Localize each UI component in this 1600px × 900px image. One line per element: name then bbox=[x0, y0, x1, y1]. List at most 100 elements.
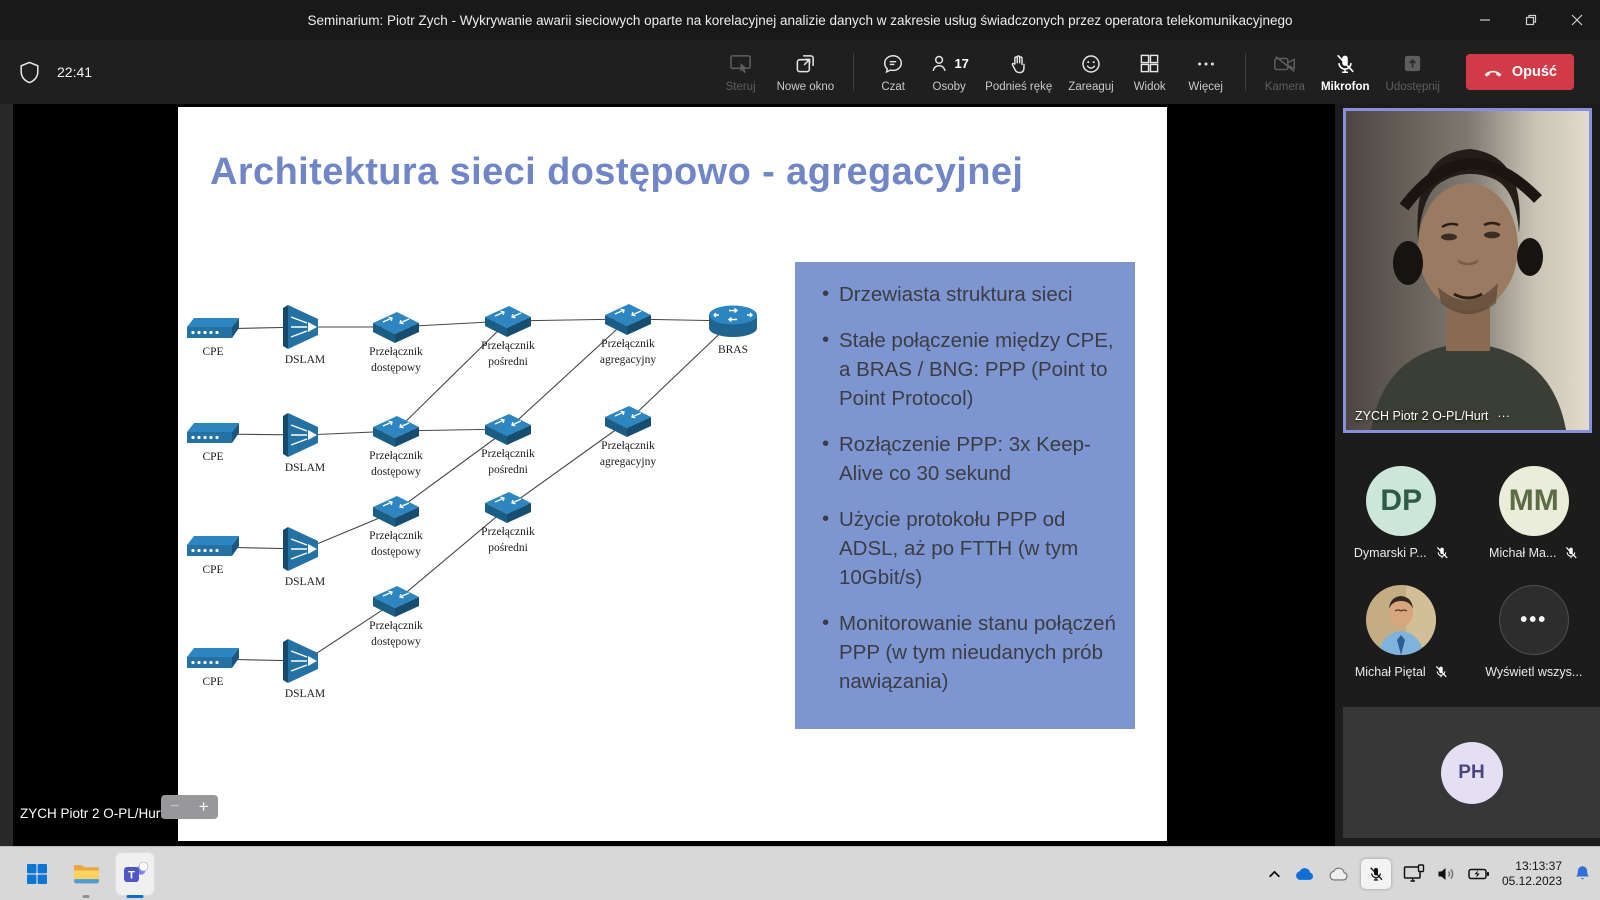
restore-button[interactable] bbox=[1508, 0, 1554, 40]
hang-up-icon bbox=[1483, 67, 1503, 77]
speaker-more-menu[interactable]: ··· bbox=[1497, 409, 1510, 423]
running-indicator bbox=[83, 895, 90, 898]
zoom-out-button[interactable]: − bbox=[170, 798, 179, 816]
mic-off-icon bbox=[1334, 52, 1356, 76]
chat-button[interactable]: Czat bbox=[867, 40, 919, 104]
access-switch-node bbox=[373, 496, 419, 527]
tray-chevron-button[interactable] bbox=[1268, 869, 1281, 879]
monitor-icon bbox=[1403, 864, 1425, 883]
svg-text:DSLAM: DSLAM bbox=[285, 688, 325, 700]
raise-hand-icon bbox=[1008, 52, 1029, 76]
slide-bullet: Rozłączenie PPP: 3x Keep-Alive co 30 sek… bbox=[839, 430, 1121, 488]
shield-icon bbox=[19, 61, 40, 84]
svg-text:DSLAM: DSLAM bbox=[285, 354, 325, 366]
battery-button[interactable] bbox=[1468, 866, 1490, 882]
svg-text:Przełącznik: Przełącznik bbox=[481, 340, 535, 352]
minimize-icon bbox=[1479, 14, 1491, 26]
more-dots-icon bbox=[1195, 52, 1217, 76]
speaker-name-overlay: ZYCH Piotr 2 O-PL/Hurt ··· bbox=[1355, 409, 1510, 423]
svg-text:agregacyjny: agregacyjny bbox=[600, 456, 656, 468]
show-all-participants-tile[interactable]: ••• Wyświetl wszys... bbox=[1471, 585, 1597, 679]
active-indicator bbox=[127, 895, 144, 898]
file-explorer-button[interactable] bbox=[67, 853, 105, 895]
start-button[interactable] bbox=[18, 853, 56, 895]
svg-text:agregacyjny: agregacyjny bbox=[600, 354, 656, 366]
mid-switch-node bbox=[485, 306, 531, 337]
more-button[interactable]: Więcej bbox=[1180, 40, 1232, 104]
microphone-button[interactable]: Mikrofon bbox=[1315, 40, 1376, 104]
close-button[interactable] bbox=[1554, 0, 1600, 40]
svg-text:CPE: CPE bbox=[202, 676, 223, 688]
svg-text:CPE: CPE bbox=[202, 564, 223, 576]
close-icon bbox=[1571, 14, 1583, 26]
cpe-node bbox=[187, 423, 239, 443]
window-titlebar: Seminarium: Piotr Zych - Wykrywanie awar… bbox=[0, 0, 1600, 40]
react-button[interactable]: Zareaguj bbox=[1062, 40, 1119, 104]
toolbar-left: 22:41 bbox=[0, 61, 92, 84]
chevron-up-icon bbox=[1268, 869, 1281, 879]
participant-tile[interactable]: Michał Piętal bbox=[1338, 585, 1464, 679]
view-button[interactable]: Widok bbox=[1124, 40, 1176, 104]
leave-button-label: Opuść bbox=[1512, 64, 1557, 80]
participant-name: Michał Ma... bbox=[1489, 546, 1556, 560]
teams-taskbar-button[interactable]: T bbox=[116, 853, 154, 895]
participant-name: Michał Piętal bbox=[1355, 665, 1426, 679]
svg-text:pośredni: pośredni bbox=[488, 542, 528, 554]
leave-button[interactable]: Opuść bbox=[1466, 54, 1574, 90]
cloud-status-icon-button[interactable] bbox=[1327, 866, 1349, 881]
raise-hand-button[interactable]: Podnieś rękę bbox=[979, 40, 1058, 104]
mid-switch-node bbox=[485, 492, 531, 523]
shared-slide: Architektura sieci dostępowo - agregacyj… bbox=[178, 107, 1167, 841]
slide-bullet: Monitorowanie stanu połączeń PPP (w tym … bbox=[839, 609, 1121, 696]
svg-text:DSLAM: DSLAM bbox=[285, 462, 325, 474]
access-switch-node bbox=[373, 312, 419, 343]
slide-callout-box: Drzewiasta struktura sieci Stałe połącze… bbox=[795, 262, 1135, 729]
svg-text:dostępowy: dostępowy bbox=[371, 362, 421, 374]
participant-grid: DP Dymarski P... MM Michał Ma... bbox=[1335, 466, 1600, 679]
restore-icon bbox=[1525, 14, 1537, 26]
volume-button[interactable] bbox=[1437, 866, 1456, 882]
smiley-icon bbox=[1080, 52, 1102, 76]
slide-zoom-controls: − + bbox=[161, 795, 218, 819]
participant-photo bbox=[1366, 585, 1436, 655]
self-avatar: PH bbox=[1441, 742, 1503, 804]
avatar-initials: MM bbox=[1509, 484, 1559, 518]
bell-icon bbox=[1574, 864, 1591, 883]
camera-off-icon bbox=[1273, 52, 1297, 76]
svg-text:pośredni: pośredni bbox=[488, 356, 528, 368]
system-tray: 13:13:37 05.12.2023 bbox=[1268, 847, 1591, 900]
folder-icon bbox=[73, 862, 100, 885]
display-cast-button[interactable] bbox=[1403, 864, 1425, 883]
window-title: Seminarium: Piotr Zych - Wykrywanie awar… bbox=[0, 0, 1600, 40]
taskbar-clock[interactable]: 13:13:37 05.12.2023 bbox=[1502, 859, 1562, 889]
access-switch-node bbox=[373, 416, 419, 447]
new-window-button[interactable]: Nowe okno bbox=[771, 40, 841, 104]
battery-charging-icon bbox=[1468, 866, 1490, 882]
svg-text:Przełącznik: Przełącznik bbox=[481, 448, 535, 460]
taskbar-apps: T bbox=[0, 847, 154, 900]
self-video-tile[interactable]: PH bbox=[1343, 707, 1600, 838]
active-speaker-video[interactable]: ZYCH Piotr 2 O-PL/Hurt ··· bbox=[1343, 108, 1592, 433]
onedrive-icon-button[interactable] bbox=[1293, 866, 1315, 881]
teams-icon: T bbox=[121, 860, 149, 888]
cpe-node bbox=[187, 648, 239, 668]
more-dots: ••• bbox=[1520, 609, 1547, 632]
participant-name: Dymarski P... bbox=[1354, 546, 1427, 560]
tray-mic-muted-button[interactable] bbox=[1361, 859, 1391, 889]
participant-tile[interactable]: MM Michał Ma... bbox=[1471, 466, 1597, 560]
cloud-icon bbox=[1327, 866, 1349, 881]
zoom-in-button[interactable]: + bbox=[199, 797, 209, 817]
clock-time: 13:13:37 bbox=[1502, 859, 1562, 874]
window-controls bbox=[1462, 0, 1600, 40]
mic-off-icon bbox=[1435, 546, 1449, 560]
steruj-button: Steruj bbox=[715, 40, 767, 104]
notification-bell-button[interactable] bbox=[1574, 864, 1591, 883]
people-button[interactable]: 17 Osoby bbox=[923, 40, 975, 104]
participant-tile[interactable]: DP Dymarski P... bbox=[1338, 466, 1464, 560]
avatar-initials: DP bbox=[1380, 484, 1422, 518]
svg-text:CPE: CPE bbox=[202, 346, 223, 358]
svg-text:Przełącznik: Przełącznik bbox=[481, 526, 535, 538]
onedrive-cloud-icon bbox=[1293, 866, 1315, 881]
people-icon bbox=[929, 53, 951, 75]
minimize-button[interactable] bbox=[1462, 0, 1508, 40]
